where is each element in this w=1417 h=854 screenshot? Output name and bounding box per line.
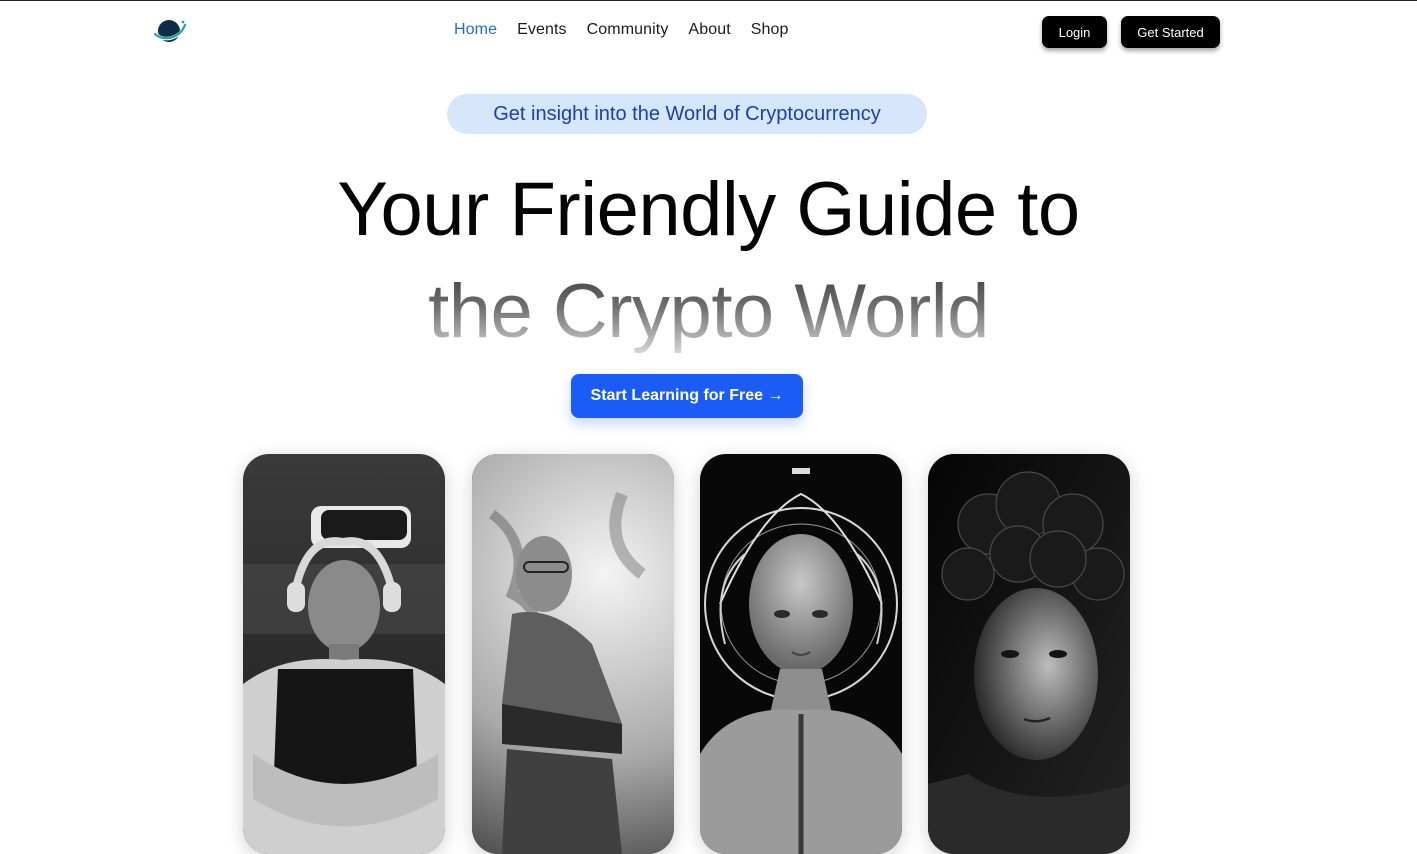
nav-shop[interactable]: Shop <box>751 20 789 40</box>
hero-title-line-1: Your Friendly Guide to <box>337 167 1080 252</box>
top-border <box>0 0 1417 1</box>
image-card-android <box>700 454 902 854</box>
nav-home[interactable]: Home <box>454 20 497 40</box>
woman-earth-photo-icon <box>472 454 674 854</box>
planet-logo-icon <box>153 20 188 42</box>
tagline-pill: Get insight into the World of Cryptocurr… <box>447 94 927 134</box>
main-nav: Home Events Community About Shop <box>454 20 809 40</box>
hero-title-line-2: the Crypto World <box>0 267 1417 357</box>
nav-about[interactable]: About <box>688 20 730 40</box>
nav-community[interactable]: Community <box>587 20 669 40</box>
nav-events[interactable]: Events <box>517 20 567 40</box>
start-learning-button[interactable]: Start Learning for Free → <box>571 374 803 418</box>
image-card-vr-man <box>243 454 445 854</box>
get-started-button[interactable]: Get Started <box>1121 16 1220 48</box>
image-card-curly-man <box>928 454 1130 854</box>
android-portrait-photo-icon <box>700 454 902 854</box>
image-card-woman-earth <box>472 454 674 854</box>
curly-hair-man-photo-icon <box>928 454 1130 854</box>
logo[interactable] <box>152 16 188 46</box>
vr-headset-man-photo-icon <box>243 454 445 854</box>
login-button[interactable]: Login <box>1042 16 1107 48</box>
